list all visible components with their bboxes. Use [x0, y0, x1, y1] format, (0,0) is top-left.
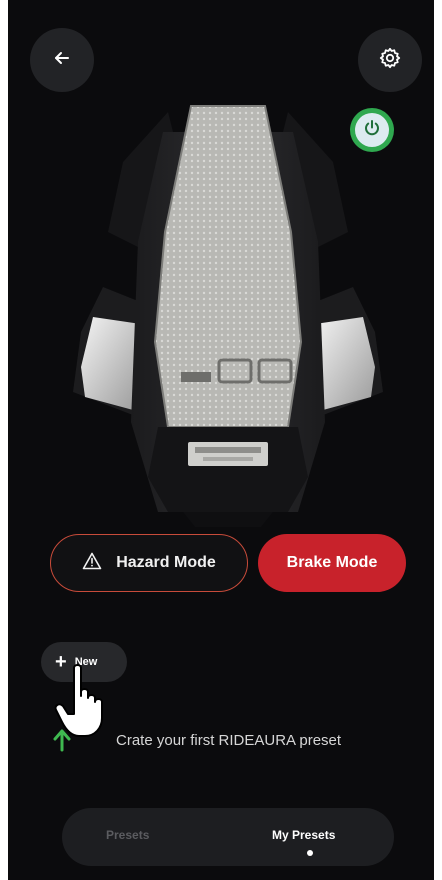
app-screen: Hazard Mode Brake Mode + New Crate your … — [8, 0, 434, 880]
brake-mode-button[interactable]: Brake Mode — [258, 534, 406, 592]
mode-row: Hazard Mode Brake Mode — [50, 534, 406, 592]
tab-presets[interactable]: Presets — [106, 828, 149, 842]
hazard-mode-label: Hazard Mode — [116, 554, 216, 571]
preset-hint: Crate your first RIDEAURA preset — [52, 728, 341, 752]
bottom-tab-bar: Presets My Presets — [62, 808, 394, 866]
gear-icon — [378, 46, 402, 75]
device-image — [63, 92, 393, 532]
back-button[interactable] — [30, 28, 94, 92]
arrow-up-icon — [52, 728, 72, 752]
brake-mode-label: Brake Mode — [286, 554, 378, 571]
hazard-mode-button[interactable]: Hazard Mode — [50, 534, 248, 592]
arrow-left-icon — [52, 48, 72, 73]
tab-my-presets[interactable]: My Presets — [272, 828, 335, 842]
preset-hint-text: Crate your first RIDEAURA preset — [116, 731, 342, 749]
settings-button[interactable] — [358, 28, 422, 92]
active-tab-indicator — [307, 850, 313, 856]
warning-triangle-icon — [82, 552, 102, 575]
